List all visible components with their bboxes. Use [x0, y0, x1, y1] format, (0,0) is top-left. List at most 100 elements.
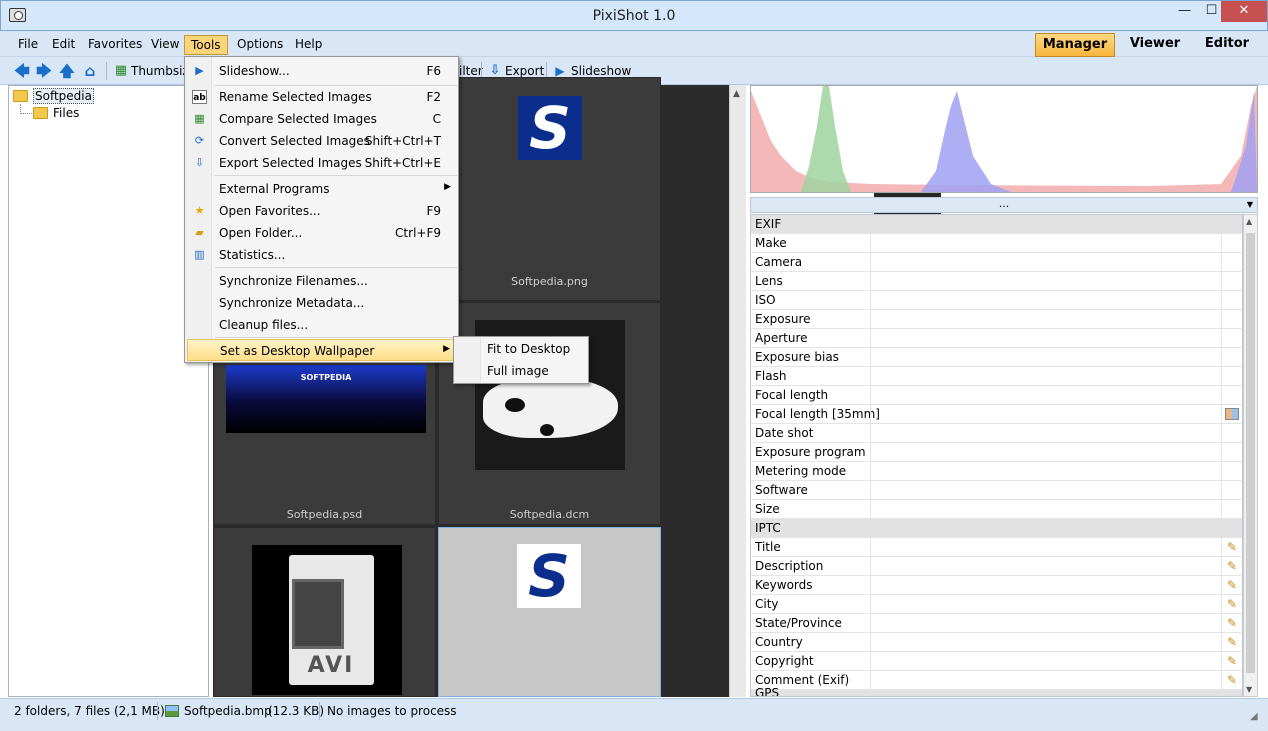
menu-item-sync-metadata[interactable]: Synchronize Metadata...: [187, 292, 457, 314]
menu-view[interactable]: View: [145, 35, 185, 55]
filter-label[interactable]: ilter: [459, 64, 483, 78]
thumbnail-label: Softpedia.psd: [286, 508, 363, 521]
submenu-arrow-icon: ▶: [444, 182, 451, 192]
menu-edit[interactable]: Edit: [46, 35, 81, 55]
resize-grip-icon[interactable]: ◢: [1250, 711, 1258, 722]
menu-help[interactable]: Help: [289, 35, 328, 55]
scroll-up-icon[interactable]: ▲: [1246, 217, 1252, 226]
menu-item-slideshow[interactable]: ▶ Slideshow... F6: [187, 60, 457, 82]
property-row[interactable]: Description ✎: [751, 557, 1242, 576]
property-group-iptc[interactable]: IPTC: [751, 519, 1242, 538]
menu-separator: [215, 267, 457, 268]
thumbnails-grid-icon[interactable]: ▦: [113, 63, 129, 79]
property-row[interactable]: State/Province ✎: [751, 614, 1242, 633]
thumbnail-cell[interactable]: AVI: [213, 527, 436, 697]
thumbsize-label[interactable]: Thumbsiz: [131, 64, 189, 78]
forward-arrow-icon[interactable]: 🡆: [36, 63, 52, 79]
menu-item-external-programs[interactable]: External Programs ▶: [187, 178, 457, 200]
property-row[interactable]: Keywords ✎: [751, 576, 1242, 595]
scroll-up-icon[interactable]: ▲: [733, 89, 740, 99]
menu-item-desktop-wallpaper[interactable]: Set as Desktop Wallpaper ▶: [187, 339, 457, 361]
property-group-gps[interactable]: GPS: [751, 686, 1242, 696]
folder-tree[interactable]: Softpedia Files: [8, 85, 209, 697]
back-arrow-icon[interactable]: 🡄: [14, 63, 30, 79]
menu-item-open-favorites[interactable]: ★ Open Favorites... F9: [187, 200, 457, 222]
property-row[interactable]: Comment (Exif) ✎: [751, 671, 1242, 690]
menu-item-export[interactable]: ⇩ Export Selected Images Shift+Ctrl+E: [187, 152, 457, 174]
minimize-button[interactable]: —: [1171, 1, 1198, 22]
menu-item-fit-to-desktop[interactable]: Fit to Desktop: [487, 342, 570, 356]
tree-item-files[interactable]: Files: [53, 106, 79, 120]
pencil-icon[interactable]: ✎: [1227, 578, 1239, 592]
pencil-icon[interactable]: ✎: [1227, 654, 1239, 668]
pencil-icon[interactable]: ✎: [1227, 616, 1239, 630]
menu-options[interactable]: Options: [231, 35, 289, 55]
export-button[interactable]: Export: [505, 64, 544, 78]
property-row[interactable]: Copyright ✎: [751, 652, 1242, 671]
close-button[interactable]: ✕: [1221, 1, 1267, 22]
property-group-exif[interactable]: EXIF: [751, 215, 1242, 234]
menu-item-full-image[interactable]: Full image: [487, 364, 549, 378]
property-row[interactable]: Focal length: [751, 386, 1242, 405]
property-row[interactable]: Exposure: [751, 310, 1242, 329]
property-row[interactable]: Title ✎: [751, 538, 1242, 557]
property-row[interactable]: Make: [751, 234, 1242, 253]
property-row[interactable]: City ✎: [751, 595, 1242, 614]
scroll-down-icon[interactable]: ▼: [1246, 685, 1252, 694]
pencil-icon[interactable]: ✎: [1227, 635, 1239, 649]
pencil-icon[interactable]: ✎: [1227, 559, 1239, 573]
property-row[interactable]: Software: [751, 481, 1242, 500]
properties-scrollbar[interactable]: ▲ ▼: [1243, 214, 1258, 697]
menu-item-open-folder[interactable]: ▰ Open Folder... Ctrl+F9: [187, 222, 457, 244]
menu-item-compare[interactable]: ▦ Compare Selected Images C: [187, 108, 457, 130]
pencil-icon[interactable]: ✎: [1227, 673, 1239, 687]
menu-item-sync-filenames[interactable]: Synchronize Filenames...: [187, 270, 457, 292]
thumbnail-cell[interactable]: S Softpedia.png: [438, 77, 661, 301]
properties-grid[interactable]: EXIF Make Camera Lens ISO Exposure Apert…: [750, 214, 1243, 697]
menu-favorites[interactable]: Favorites: [82, 35, 148, 55]
current-file-status: Softpedia.bmp: [184, 704, 272, 718]
up-arrow-icon[interactable]: 🡅: [59, 63, 75, 79]
menu-tools[interactable]: Tools: [184, 35, 228, 55]
play-icon: ▶: [195, 64, 204, 77]
window-title: PixiShot 1.0: [592, 8, 676, 24]
property-row[interactable]: ISO: [751, 291, 1242, 310]
manager-mode-button[interactable]: Manager: [1035, 33, 1115, 57]
title-bar: PixiShot 1.0 — ☐ ✕: [0, 0, 1268, 31]
property-row[interactable]: Date shot: [751, 424, 1242, 443]
menu-item-rename[interactable]: ab Rename Selected Images F2: [187, 86, 457, 108]
property-row[interactable]: Lens: [751, 272, 1242, 291]
property-row[interactable]: Size: [751, 500, 1242, 519]
toolbar-separator: [106, 62, 107, 80]
thumbnail-cell-selected[interactable]: S: [438, 527, 661, 697]
menu-item-statistics[interactable]: ▥ Statistics...: [187, 244, 457, 266]
property-row[interactable]: Aperture: [751, 329, 1242, 348]
property-row[interactable]: Flash: [751, 367, 1242, 386]
menu-item-cleanup[interactable]: Cleanup files...: [187, 314, 457, 336]
pencil-icon[interactable]: ✎: [1227, 597, 1239, 611]
editor-mode-button[interactable]: Editor: [1196, 33, 1258, 57]
slideshow-button[interactable]: Slideshow: [571, 64, 631, 78]
menu-item-convert[interactable]: ⟳ Convert Selected Images Shift+Ctrl+T: [187, 130, 457, 152]
status-bar: 2 folders, 7 files (2,1 MB) Softpedia.bm…: [0, 698, 1268, 731]
property-row[interactable]: Metering mode: [751, 462, 1242, 481]
home-icon[interactable]: ⌂: [82, 63, 98, 79]
thumbnail-scrollbar[interactable]: ▲: [729, 85, 746, 697]
folder-icon: [13, 90, 28, 102]
pencil-icon[interactable]: ✎: [1227, 540, 1239, 554]
menu-file[interactable]: File: [12, 35, 44, 55]
chevron-down-icon[interactable]: ▼: [1247, 199, 1253, 211]
property-row[interactable]: Exposure bias: [751, 348, 1242, 367]
calculator-icon[interactable]: [1225, 408, 1239, 420]
property-row[interactable]: Exposure program: [751, 443, 1242, 462]
property-row[interactable]: Camera: [751, 253, 1242, 272]
histogram-toggle-bar[interactable]: ... ▼: [750, 197, 1258, 213]
property-row[interactable]: Focal length [35mm]: [751, 405, 1242, 424]
export-icon: ⇩: [194, 156, 205, 169]
scrollbar-thumb[interactable]: [1246, 233, 1255, 673]
viewer-mode-button[interactable]: Viewer: [1122, 33, 1188, 57]
tree-item-softpedia[interactable]: Softpedia: [33, 88, 94, 104]
property-row[interactable]: Country ✎: [751, 633, 1242, 652]
tools-menu[interactable]: ▶ Slideshow... F6 ab Rename Selected Images…: [184, 56, 459, 363]
wallpaper-submenu[interactable]: Fit to Desktop Full image: [453, 336, 589, 384]
